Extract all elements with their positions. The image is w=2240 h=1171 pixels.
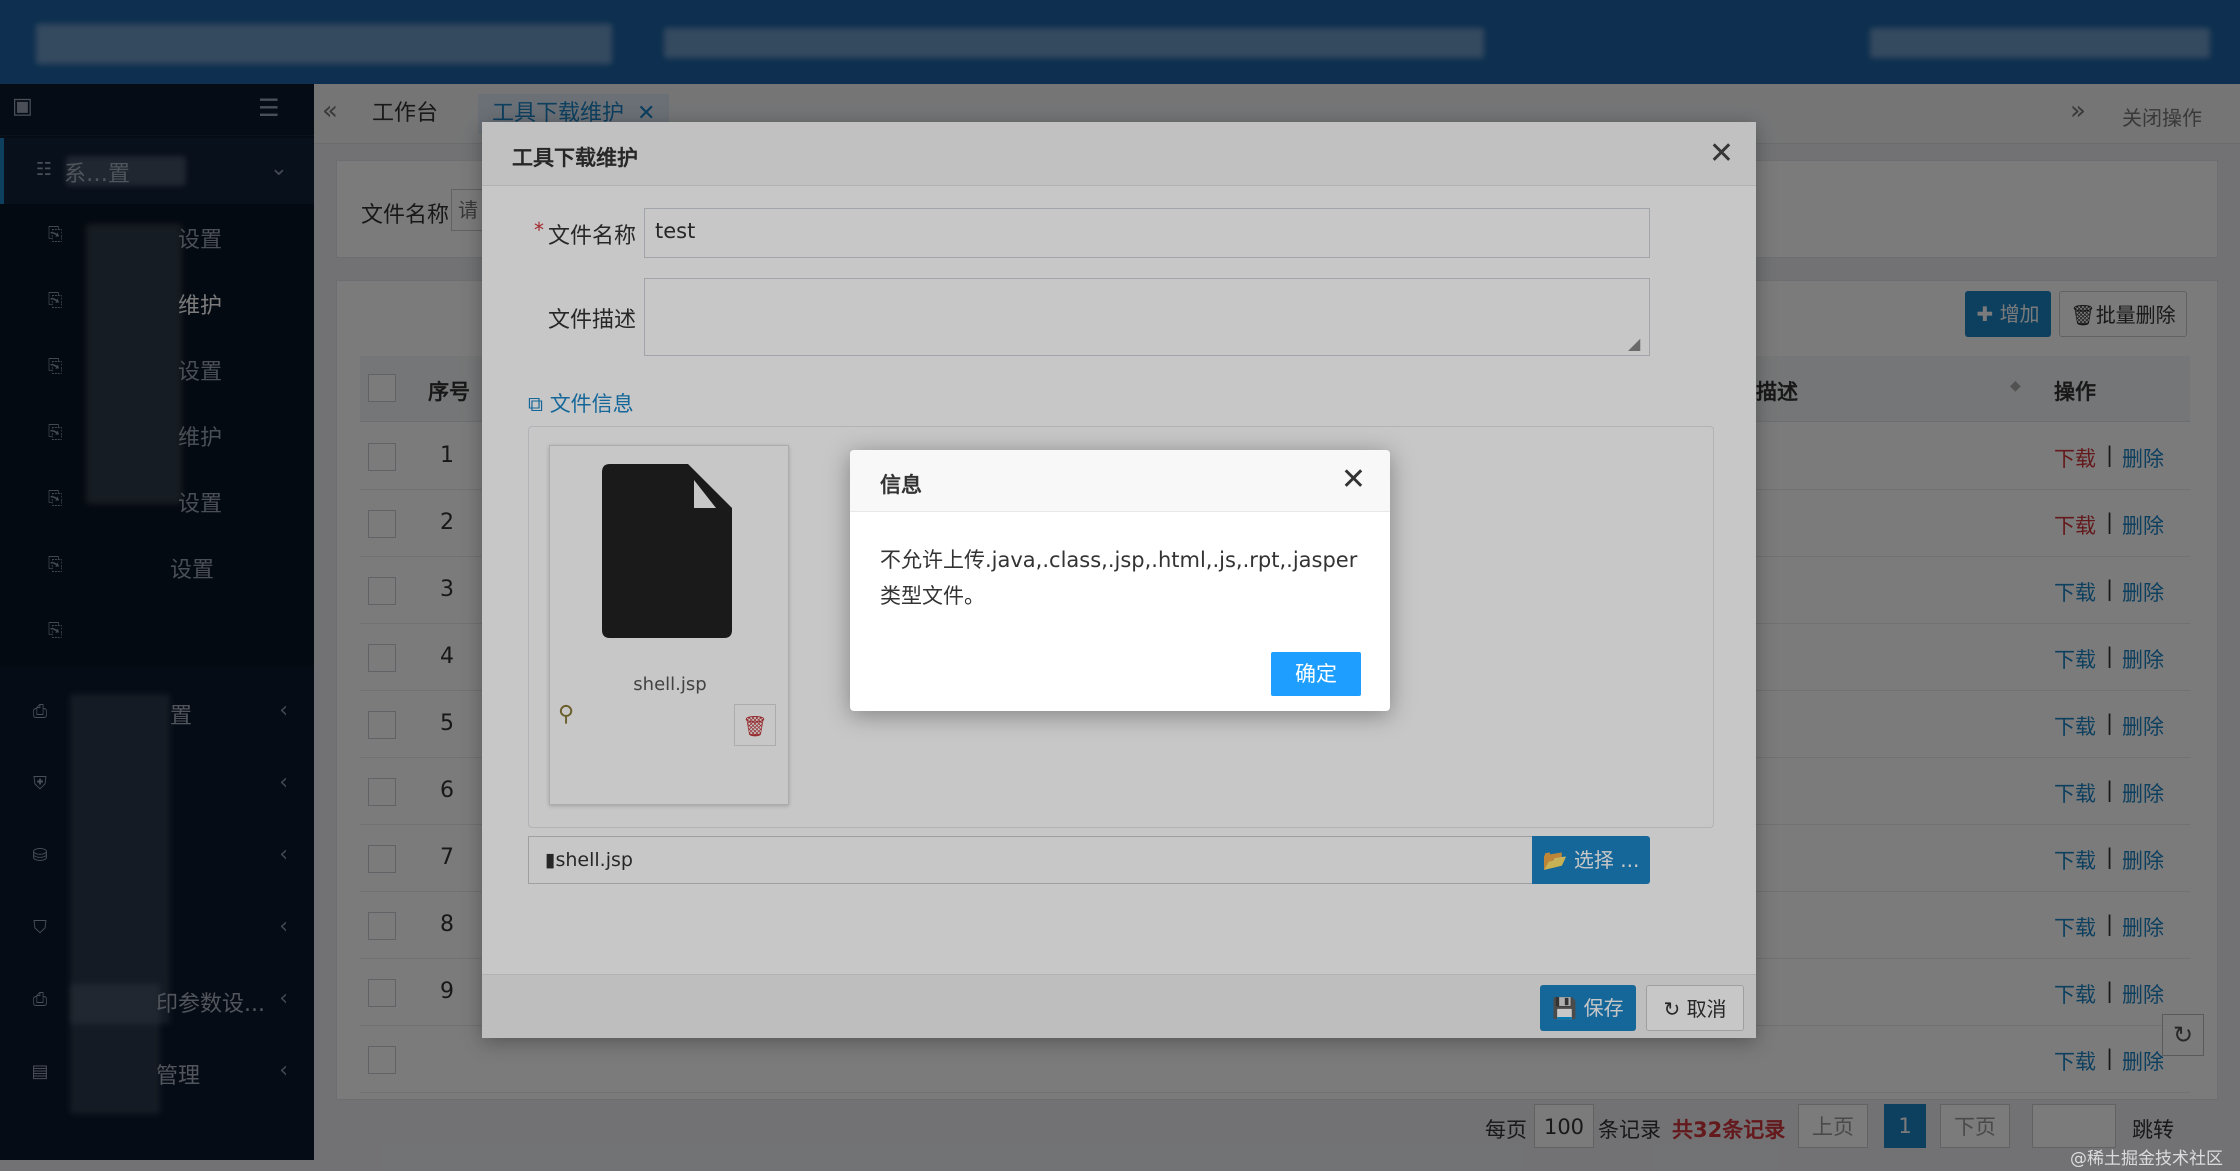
info-dialog: 信息 ✕ 不允许上传.java,.class,.jsp,.html,.js,.r… — [850, 450, 1390, 711]
dialog-message: 不允许上传.java,.class,.jsp,.html,.js,.rpt,.j… — [880, 548, 1358, 608]
dialog-title: 信息 — [880, 473, 922, 497]
dialog-header: 信息 ✕ — [850, 450, 1390, 512]
watermark: @稀土掘金技术社区 — [2070, 1149, 2223, 1169]
close-icon[interactable]: ✕ — [1341, 462, 1366, 497]
confirm-button[interactable]: 确定 — [1271, 652, 1361, 696]
